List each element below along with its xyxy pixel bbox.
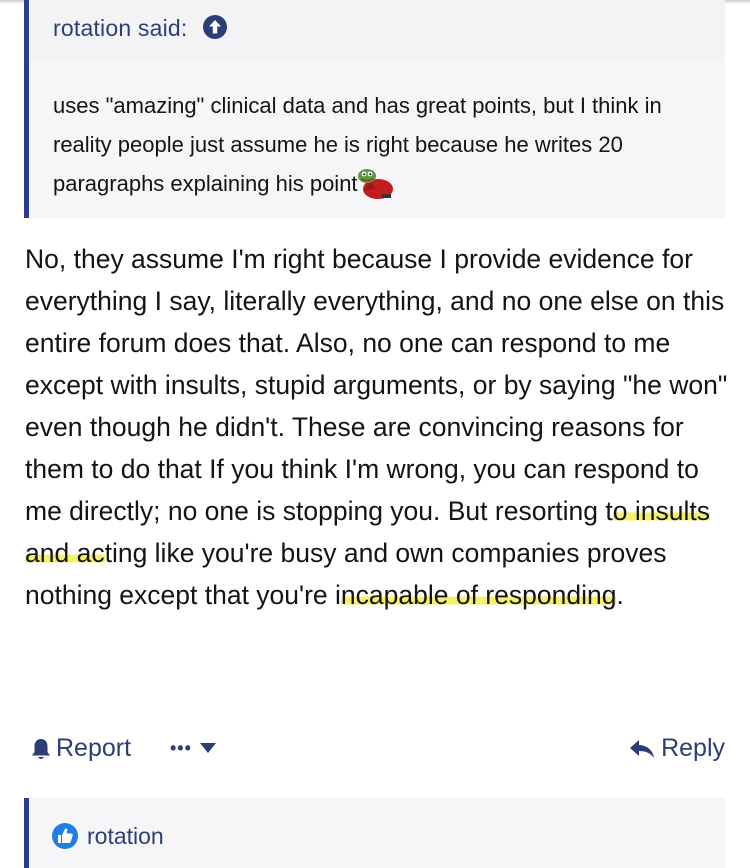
next-quote-author-link[interactable]: rotation	[51, 822, 164, 850]
post-text-part-1: No, they assume I'm right because I prov…	[25, 244, 728, 526]
chevron-down-icon	[199, 743, 216, 753]
bell-icon	[32, 738, 50, 759]
quote-author-link[interactable]: rotation said:	[53, 14, 228, 42]
more-options-button[interactable]: •••	[170, 738, 216, 758]
quote-text: uses "amazing" clinical data and has gre…	[53, 86, 713, 203]
highlight-2: ncapable of responding	[340, 580, 617, 610]
reply-label: Reply	[661, 734, 725, 762]
post-text-part-3: .	[616, 580, 624, 610]
next-quote-author-label: rotation	[87, 822, 164, 849]
post-actions-bar: Report ••• Reply	[30, 730, 725, 770]
report-button[interactable]: Report	[30, 734, 131, 763]
post-message: No, they assume I'm right because I prov…	[25, 238, 730, 616]
report-label: Report	[56, 734, 132, 762]
more-dots-icon: •••	[170, 738, 192, 758]
next-quote-block: rotation	[24, 798, 725, 868]
pepe-emoji-icon	[357, 169, 393, 199]
reply-button[interactable]: Reply	[629, 734, 725, 763]
reply-arrow-icon	[630, 739, 655, 758]
thumbs-up-icon	[52, 823, 78, 849]
quote-author-label: rotation said:	[53, 15, 188, 41]
quote-block: rotation said: uses "amazing" clinical d…	[24, 0, 725, 218]
arrow-up-circle-icon[interactable]	[202, 14, 228, 40]
